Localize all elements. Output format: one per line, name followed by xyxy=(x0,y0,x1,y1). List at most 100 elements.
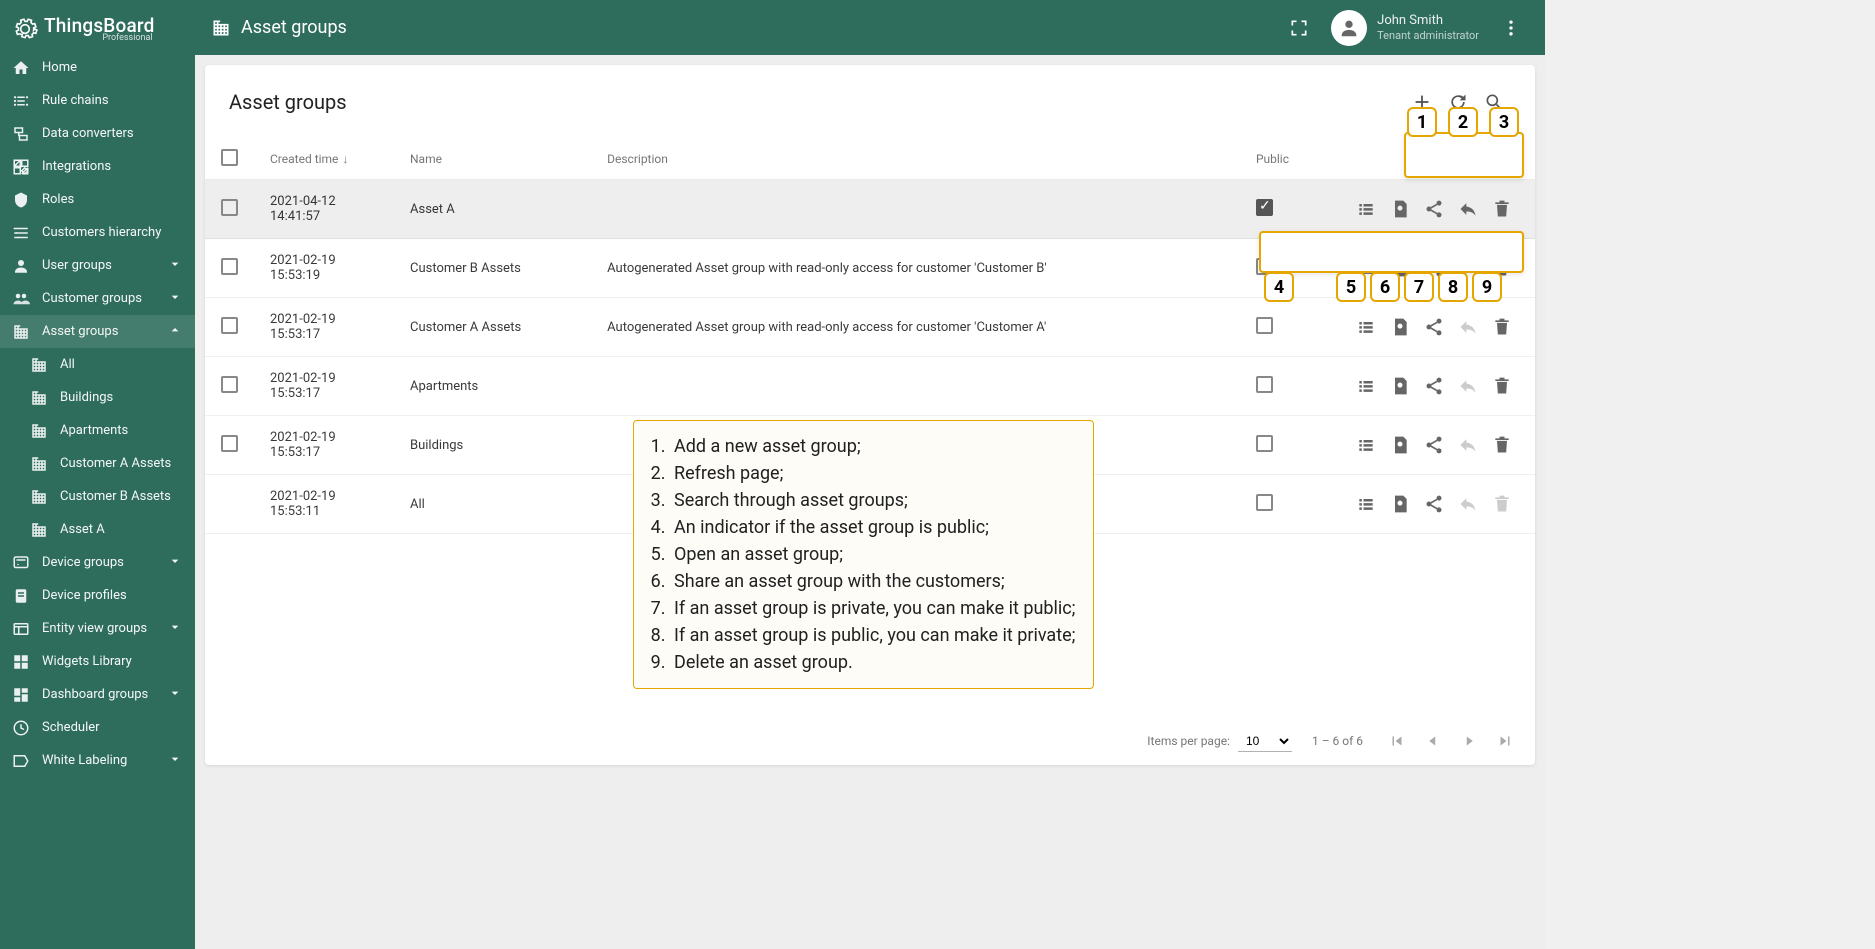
page-title: Asset groups xyxy=(211,17,347,38)
sidebar-item-label: Customers hierarchy xyxy=(42,225,161,240)
assign-button[interactable] xyxy=(1383,310,1417,344)
share-button[interactable] xyxy=(1417,192,1451,226)
more-button[interactable] xyxy=(1493,10,1529,46)
delete-button[interactable] xyxy=(1485,369,1519,403)
delete-button[interactable] xyxy=(1485,310,1519,344)
sidebar-item-user-groups[interactable]: User groups xyxy=(0,249,195,282)
logo[interactable]: ThingsBoard Professional xyxy=(0,0,195,51)
sidebar-item-label: Rule chains xyxy=(42,93,109,108)
sidebar-item-scheduler[interactable]: Scheduler xyxy=(0,711,195,744)
sidebar-item-home[interactable]: Home xyxy=(0,51,195,84)
table-row[interactable]: 2021-02-19 15:53:17Customer A AssetsAuto… xyxy=(205,298,1535,357)
sidebar-item-label: Integrations xyxy=(42,159,111,174)
select-all-checkbox[interactable] xyxy=(221,149,238,166)
share-button[interactable] xyxy=(1417,369,1451,403)
share-button[interactable] xyxy=(1417,428,1451,462)
open-button[interactable] xyxy=(1349,369,1383,403)
share-button[interactable] xyxy=(1417,487,1451,521)
cell-name: All xyxy=(394,475,591,534)
col-public[interactable]: Public xyxy=(1240,139,1305,180)
col-created[interactable]: Created time↓ xyxy=(254,139,394,180)
legend-item: Share an asset group with the customers; xyxy=(670,568,1075,595)
first-page-button[interactable] xyxy=(1383,727,1411,755)
sidebar-item-roles[interactable]: Roles xyxy=(0,183,195,216)
open-button[interactable] xyxy=(1349,428,1383,462)
next-icon xyxy=(1460,732,1478,750)
sidebar-item-data-converters[interactable]: Data converters xyxy=(0,117,195,150)
sidebar-item-customer-a-assets[interactable]: Customer A Assets xyxy=(0,447,195,480)
table-row[interactable]: 2021-04-12 14:41:57Asset A xyxy=(205,180,1535,239)
cell-name: Asset A xyxy=(394,180,591,239)
page-size-select[interactable]: 10 xyxy=(1238,731,1292,752)
domain-icon xyxy=(12,323,30,341)
chevron-up-icon xyxy=(167,322,183,342)
row-checkbox[interactable] xyxy=(221,317,238,334)
more-icon xyxy=(1501,18,1521,38)
row-checkbox[interactable] xyxy=(221,199,238,216)
sidebar-item-integrations[interactable]: Integrations xyxy=(0,150,195,183)
delete-button[interactable] xyxy=(1485,192,1519,226)
fullscreen-button[interactable] xyxy=(1281,10,1317,46)
sidebar-item-all[interactable]: All xyxy=(0,348,195,381)
delete-icon xyxy=(1492,435,1512,455)
legend-item: If an asset group is private, you can ma… xyxy=(670,595,1075,622)
sidebar-item-entity-view-groups[interactable]: Entity view groups xyxy=(0,612,195,645)
assign-icon xyxy=(1390,376,1410,396)
reply-icon xyxy=(1458,376,1478,396)
rule-icon xyxy=(12,92,30,110)
share-icon xyxy=(1424,199,1444,219)
cell-created: 2021-02-19 15:53:17 xyxy=(254,298,394,357)
reply-icon xyxy=(1458,494,1478,514)
user-menu[interactable]: John Smith Tenant administrator xyxy=(1331,10,1479,46)
assign-button[interactable] xyxy=(1383,487,1417,521)
assign-button[interactable] xyxy=(1383,369,1417,403)
user-role: Tenant administrator xyxy=(1377,29,1479,42)
sidebar-item-device-profiles[interactable]: Device profiles xyxy=(0,579,195,612)
last-page-button[interactable] xyxy=(1491,727,1519,755)
sidebar-item-device-groups[interactable]: Device groups xyxy=(0,546,195,579)
shield-icon xyxy=(12,191,30,209)
open-button[interactable] xyxy=(1349,487,1383,521)
sidebar-item-apartments[interactable]: Apartments xyxy=(0,414,195,447)
row-checkbox[interactable] xyxy=(221,258,238,275)
delete-button[interactable] xyxy=(1485,428,1519,462)
sidebar-item-customer-groups[interactable]: Customer groups xyxy=(0,282,195,315)
paginator: Items per page: 10 1 – 6 of 6 xyxy=(205,717,1535,765)
sidebar-item-label: User groups xyxy=(42,258,112,273)
sidebar-item-white-labeling[interactable]: White Labeling xyxy=(0,744,195,777)
next-page-button[interactable] xyxy=(1455,727,1483,755)
sidebar-item-buildings[interactable]: Buildings xyxy=(0,381,195,414)
sidebar-item-rule-chains[interactable]: Rule chains xyxy=(0,84,195,117)
sidebar-item-label: Device profiles xyxy=(42,588,127,603)
open-button[interactable] xyxy=(1349,310,1383,344)
profile-icon xyxy=(12,587,30,605)
sidebar-item-customers-hierarchy[interactable]: Customers hierarchy xyxy=(0,216,195,249)
chevron-down-icon xyxy=(167,619,183,639)
table-row[interactable]: 2021-02-19 15:53:17Apartments xyxy=(205,357,1535,416)
assign-button[interactable] xyxy=(1383,428,1417,462)
prev-page-button[interactable] xyxy=(1419,727,1447,755)
page-title-text: Asset groups xyxy=(241,17,347,38)
open-button[interactable] xyxy=(1349,192,1383,226)
avatar xyxy=(1331,10,1367,46)
widgets-icon xyxy=(12,653,30,671)
legend: Add a new asset group;Refresh page;Searc… xyxy=(633,420,1094,689)
sidebar-item-dashboard-groups[interactable]: Dashboard groups xyxy=(0,678,195,711)
integration-icon xyxy=(12,158,30,176)
assign-icon xyxy=(1390,317,1410,337)
public-indicator xyxy=(1256,317,1273,334)
share-button[interactable] xyxy=(1417,310,1451,344)
cell-description: Autogenerated Asset group with read-only… xyxy=(591,239,1240,298)
row-checkbox[interactable] xyxy=(221,435,238,452)
paginator-label: Items per page: xyxy=(1147,734,1230,748)
sidebar-item-asset-groups[interactable]: Asset groups xyxy=(0,315,195,348)
col-name[interactable]: Name xyxy=(394,139,591,180)
sidebar-item-asset-a[interactable]: Asset A xyxy=(0,513,195,546)
sidebar-item-widgets-library[interactable]: Widgets Library xyxy=(0,645,195,678)
row-checkbox[interactable] xyxy=(221,376,238,393)
assign-button[interactable] xyxy=(1383,192,1417,226)
sidebar-item-customer-b-assets[interactable]: Customer B Assets xyxy=(0,480,195,513)
first-icon xyxy=(1388,732,1406,750)
make-private-button[interactable] xyxy=(1451,192,1485,226)
col-description[interactable]: Description xyxy=(591,139,1240,180)
